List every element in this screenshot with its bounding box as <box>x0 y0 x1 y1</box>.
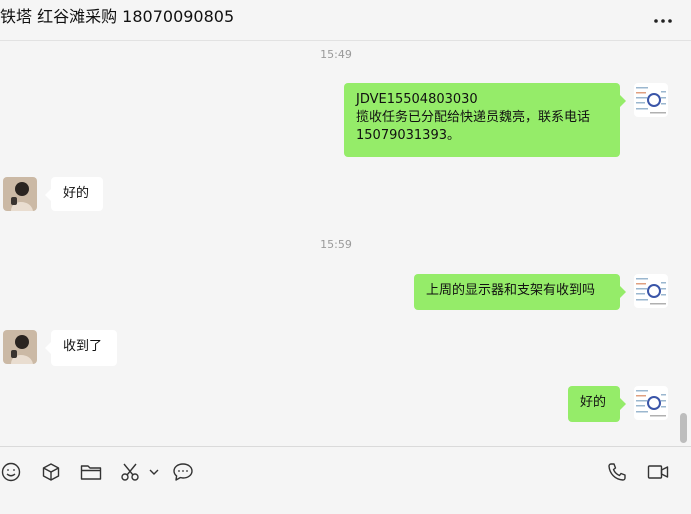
message-text: 好的 <box>580 395 607 410</box>
message-text: 收到了 <box>63 339 103 354</box>
outgoing-message[interactable]: 好的 <box>568 386 626 422</box>
message-line: JDVE15504803030 <box>356 92 478 107</box>
contact-avatar[interactable] <box>3 177 37 211</box>
outgoing-message[interactable]: 上周的显示器和支架有收到吗 <box>414 274 626 310</box>
phone-icon[interactable] <box>607 462 627 482</box>
scissors-icon[interactable] <box>120 462 142 482</box>
emoji-icon[interactable] <box>1 462 21 482</box>
more-dots-icon[interactable] <box>653 12 673 24</box>
input-toolbar <box>0 446 691 514</box>
timestamp: 15:59 <box>320 238 352 251</box>
timestamp: 15:49 <box>320 48 352 61</box>
message-text: 上周的显示器和支架有收到吗 <box>426 283 596 298</box>
incoming-message[interactable]: 好的 <box>45 177 103 211</box>
chat-title: 铁塔 红谷滩采购 18070090805 <box>0 7 235 26</box>
outgoing-message[interactable]: JDVE15504803030 揽收任务已分配给快递员魏亮，联系电话 15079… <box>344 83 626 157</box>
self-avatar[interactable] <box>634 274 668 308</box>
contact-avatar[interactable] <box>3 330 37 364</box>
message-line: 15079031393。 <box>356 128 460 143</box>
sticker-box-icon[interactable] <box>41 462 61 482</box>
self-avatar[interactable] <box>634 83 668 117</box>
scrollbar-thumb[interactable] <box>680 413 687 443</box>
message-line: 揽收任务已分配给快递员魏亮，联系电话 <box>356 110 591 125</box>
message-list[interactable]: 15:49 JDVE15504803030 揽收任务已分配给快递员魏亮，联系电话… <box>0 41 691 445</box>
video-icon[interactable] <box>647 462 669 482</box>
chevron-down-icon[interactable] <box>149 468 159 476</box>
chat-bubble-icon[interactable] <box>172 462 194 482</box>
chat-header: 铁塔 红谷滩采购 18070090805 <box>0 0 691 41</box>
message-text: 好的 <box>63 186 90 201</box>
self-avatar[interactable] <box>634 386 668 420</box>
incoming-message[interactable]: 收到了 <box>45 330 117 366</box>
folder-icon[interactable] <box>80 462 102 482</box>
